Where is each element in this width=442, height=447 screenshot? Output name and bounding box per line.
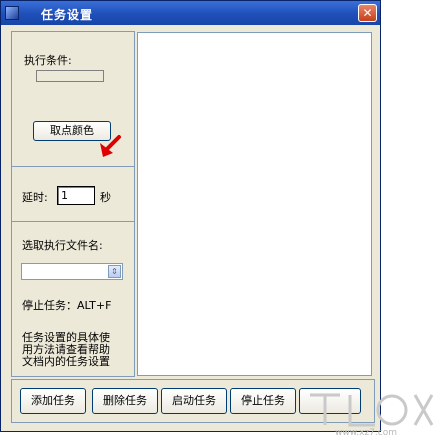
stop-task-button[interactable]: 停止任务: [230, 388, 296, 414]
stop-hotkey-text: 停止任务：ALT+F: [22, 299, 112, 312]
task-list-area[interactable]: [137, 32, 372, 376]
help-text: 任务设置的具体使 用方法请查看帮助 文档内的任务设置: [22, 332, 110, 368]
divider: [12, 166, 134, 167]
select-file-label: 选取执行文件名:: [22, 239, 103, 252]
close-button[interactable]: ✕: [358, 4, 377, 22]
condition-label: 执行条件:: [24, 54, 72, 67]
title-bar[interactable]: 任务设置 ✕: [1, 1, 380, 25]
watermark-text: www.xz7.com: [335, 428, 397, 438]
help-text-line: 文档内的任务设置: [22, 355, 110, 368]
delay-label: 延时:: [22, 191, 48, 204]
delay-unit-label: 秒: [100, 191, 111, 204]
file-combo-box[interactable]: ⇕: [21, 263, 123, 280]
start-task-button[interactable]: 启动任务: [161, 388, 227, 414]
divider: [12, 221, 134, 222]
red-arrow-annotation-icon: [100, 135, 121, 157]
delete-task-button[interactable]: 删除任务: [92, 388, 158, 414]
delay-input[interactable]: 1: [57, 186, 95, 205]
dropdown-arrow-icon[interactable]: ⇕: [108, 265, 121, 278]
color-preview-box: [36, 70, 104, 82]
window-title: 任务设置: [41, 8, 94, 22]
app-icon: [5, 6, 19, 20]
task-settings-window: 任务设置 ✕ 执行条件: 取点颜色 延时: 秒 选取执行文件名: 停止任务：AL…: [0, 0, 381, 432]
add-task-button[interactable]: 添加任务: [20, 388, 86, 414]
